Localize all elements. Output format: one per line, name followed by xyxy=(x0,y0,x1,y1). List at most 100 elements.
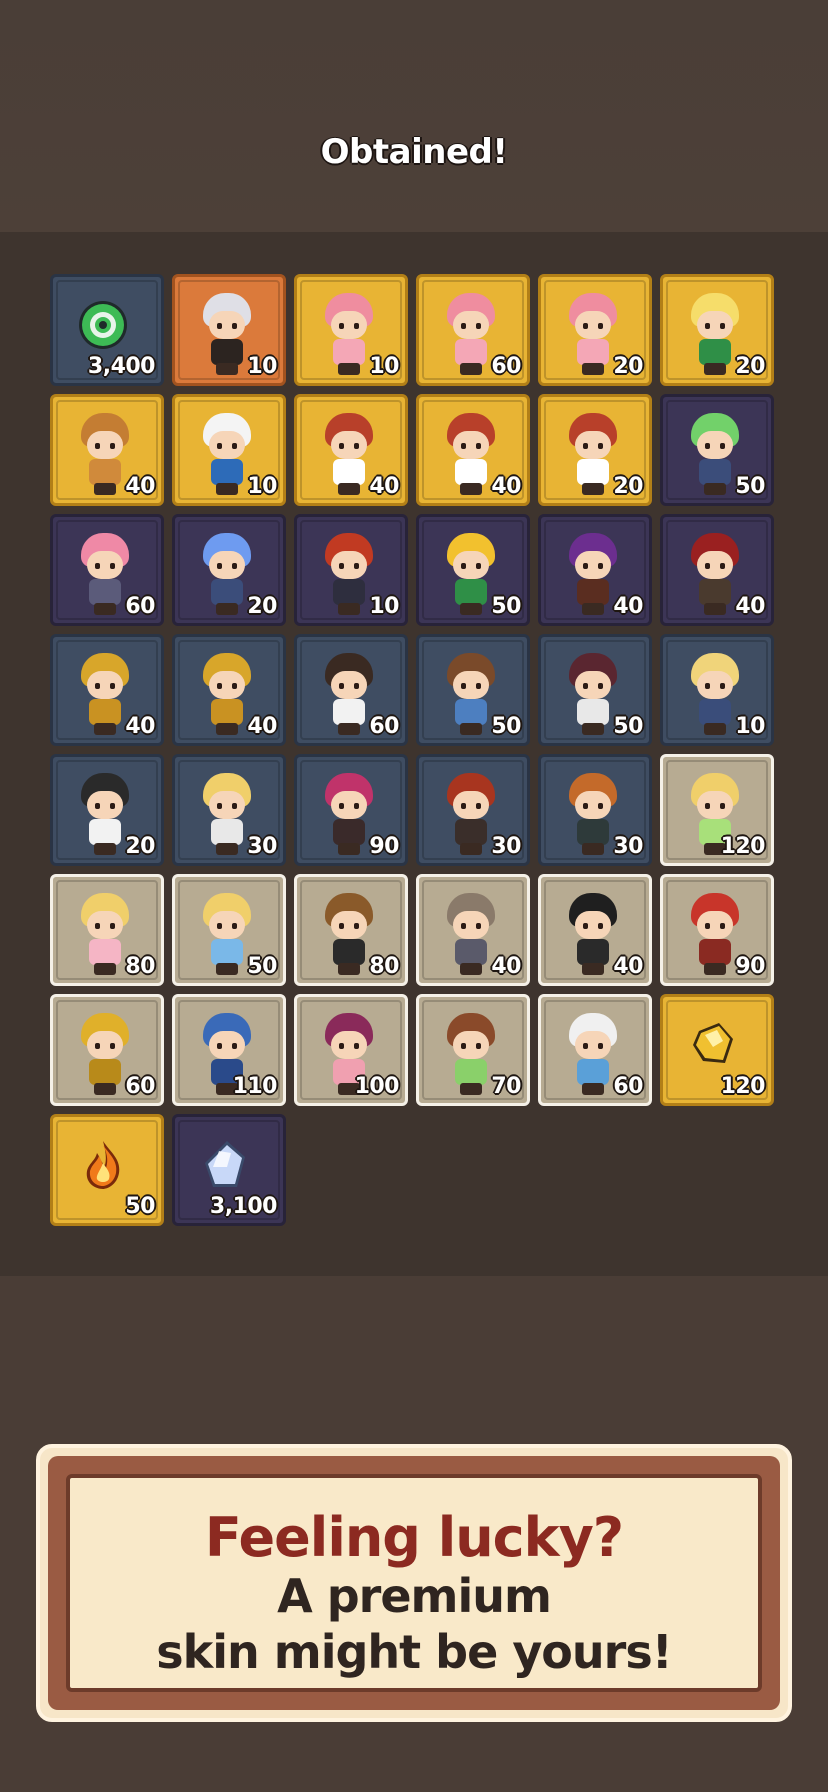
reward-cell[interactable]: 40 xyxy=(416,394,530,506)
reward-count: 30 xyxy=(247,834,277,859)
header-band xyxy=(0,0,828,232)
reward-count: 60 xyxy=(613,1074,643,1099)
reward-cell[interactable]: 60 xyxy=(538,994,652,1106)
reward-count: 40 xyxy=(491,474,521,499)
reward-cell[interactable]: 60 xyxy=(50,994,164,1106)
reward-count: 80 xyxy=(369,954,399,979)
reward-cell[interactable]: 50 xyxy=(50,1114,164,1226)
reward-cell[interactable]: 50 xyxy=(416,634,530,746)
reward-count: 20 xyxy=(735,354,765,379)
reward-count: 40 xyxy=(613,954,643,979)
reward-cell[interactable]: 50 xyxy=(172,874,286,986)
page-title: Obtained! xyxy=(320,132,508,172)
promo-banner[interactable]: Feeling lucky? A premium skin might be y… xyxy=(36,1444,792,1722)
banner-panel: Feeling lucky? A premium skin might be y… xyxy=(66,1474,762,1692)
reward-count: 30 xyxy=(491,834,521,859)
reward-count: 40 xyxy=(613,594,643,619)
reward-count: 10 xyxy=(247,354,277,379)
reward-count: 20 xyxy=(125,834,155,859)
reward-cell[interactable]: 10 xyxy=(294,274,408,386)
reward-cell[interactable]: 50 xyxy=(660,394,774,506)
reward-count: 100 xyxy=(354,1074,400,1099)
reward-count: 50 xyxy=(491,594,521,619)
reward-count: 40 xyxy=(369,474,399,499)
reward-count: 90 xyxy=(369,834,399,859)
reward-cell[interactable]: 30 xyxy=(416,754,530,866)
reward-cell[interactable]: 40 xyxy=(50,634,164,746)
crystal-gem-icon xyxy=(205,1141,245,1187)
fire-icon xyxy=(86,1141,120,1189)
reward-cell[interactable]: 20 xyxy=(172,514,286,626)
reward-cell[interactable]: 120 xyxy=(660,754,774,866)
reward-cell[interactable]: 120 xyxy=(660,994,774,1106)
banner-subline-2: skin might be yours! xyxy=(156,1625,672,1679)
reward-cell[interactable]: 60 xyxy=(50,514,164,626)
reward-cell[interactable]: 40 xyxy=(538,514,652,626)
reward-count: 30 xyxy=(613,834,643,859)
reward-cell[interactable]: 30 xyxy=(172,754,286,866)
reward-count: 80 xyxy=(125,954,155,979)
reward-count: 40 xyxy=(125,714,155,739)
reward-count: 110 xyxy=(232,1074,278,1099)
green-ring-icon xyxy=(79,301,127,349)
reward-cell[interactable]: 40 xyxy=(660,514,774,626)
reward-cell[interactable]: 50 xyxy=(416,514,530,626)
reward-count: 120 xyxy=(720,834,766,859)
reward-cell[interactable]: 110 xyxy=(172,994,286,1106)
reward-count: 40 xyxy=(247,714,277,739)
reward-count: 20 xyxy=(613,354,643,379)
reward-cell[interactable]: 60 xyxy=(416,274,530,386)
reward-count: 120 xyxy=(720,1074,766,1099)
reward-count: 10 xyxy=(369,354,399,379)
reward-count: 40 xyxy=(125,474,155,499)
banner-subline-1: A premium xyxy=(277,1569,552,1623)
reward-count: 40 xyxy=(491,954,521,979)
reward-cell[interactable]: 90 xyxy=(294,754,408,866)
gold-crystal-icon xyxy=(693,1023,733,1063)
reward-count: 60 xyxy=(125,594,155,619)
reward-cell[interactable]: 100 xyxy=(294,994,408,1106)
reward-cell[interactable]: 10 xyxy=(172,274,286,386)
reward-count: 10 xyxy=(369,594,399,619)
reward-count: 3,100 xyxy=(209,1194,278,1219)
reward-count: 70 xyxy=(491,1074,521,1099)
reward-count: 10 xyxy=(247,474,277,499)
reward-cell[interactable]: 20 xyxy=(660,274,774,386)
reward-cell[interactable]: 3,100 xyxy=(172,1114,286,1226)
reward-count: 50 xyxy=(491,714,521,739)
reward-cell[interactable]: 10 xyxy=(172,394,286,506)
reward-count: 40 xyxy=(735,594,765,619)
reward-cell[interactable]: 80 xyxy=(294,874,408,986)
reward-cell[interactable]: 10 xyxy=(294,514,408,626)
reward-count: 20 xyxy=(613,474,643,499)
reward-count: 50 xyxy=(613,714,643,739)
reward-count: 50 xyxy=(125,1194,155,1219)
reward-count: 50 xyxy=(735,474,765,499)
reward-cell[interactable]: 20 xyxy=(50,754,164,866)
banner-frame: Feeling lucky? A premium skin might be y… xyxy=(48,1456,780,1710)
banner-headline: Feeling lucky? xyxy=(204,1506,624,1569)
rewards-grid: 3,400 10 10 60 20 20 40 10 40 40 20 50 60 20 10 50 40 40 4… xyxy=(50,274,774,1226)
reward-cell[interactable]: 60 xyxy=(294,634,408,746)
reward-cell[interactable]: 50 xyxy=(538,634,652,746)
reward-cell[interactable]: 40 xyxy=(50,394,164,506)
reward-cell[interactable]: 3,400 xyxy=(50,274,164,386)
reward-count: 50 xyxy=(247,954,277,979)
reward-cell[interactable]: 10 xyxy=(660,634,774,746)
reward-cell[interactable]: 20 xyxy=(538,394,652,506)
reward-cell[interactable]: 70 xyxy=(416,994,530,1106)
reward-cell[interactable]: 40 xyxy=(416,874,530,986)
reward-cell[interactable]: 40 xyxy=(538,874,652,986)
reward-cell[interactable]: 90 xyxy=(660,874,774,986)
reward-cell[interactable]: 30 xyxy=(538,754,652,866)
reward-cell[interactable]: 20 xyxy=(538,274,652,386)
reward-count: 60 xyxy=(369,714,399,739)
reward-count: 10 xyxy=(735,714,765,739)
reward-count: 90 xyxy=(735,954,765,979)
reward-count: 60 xyxy=(125,1074,155,1099)
reward-cell[interactable]: 80 xyxy=(50,874,164,986)
reward-count: 60 xyxy=(491,354,521,379)
reward-cell[interactable]: 40 xyxy=(172,634,286,746)
reward-count: 3,400 xyxy=(87,354,156,379)
reward-cell[interactable]: 40 xyxy=(294,394,408,506)
